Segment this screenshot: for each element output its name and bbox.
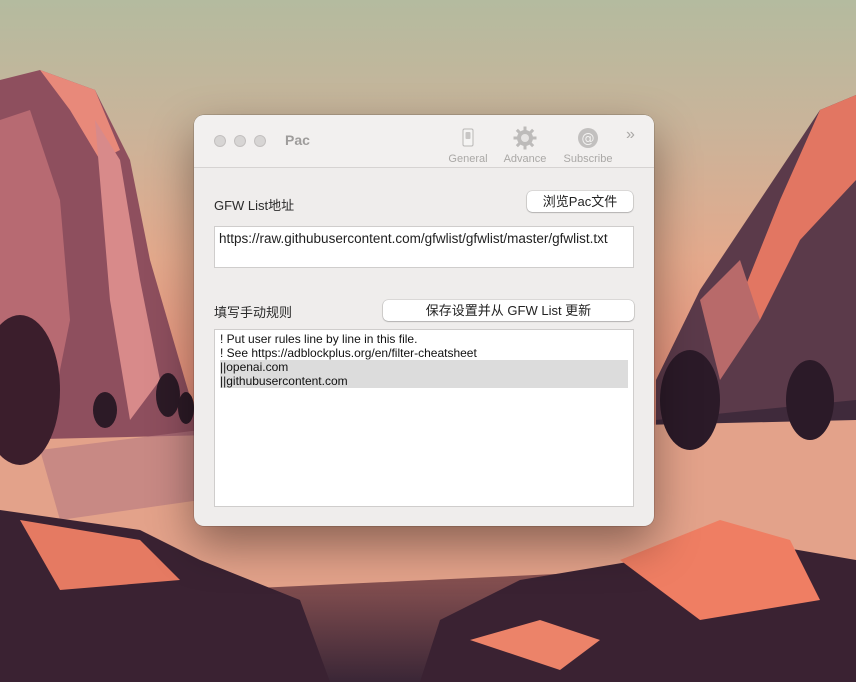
- toolbar-subscribe-label: Subscribe: [563, 153, 613, 165]
- toolbar-general[interactable]: General: [441, 125, 495, 165]
- browse-pac-file-button[interactable]: 浏览Pac文件: [527, 191, 633, 212]
- rule-line: ! See https://adblockplus.org/en/filter-…: [220, 346, 477, 360]
- title-bar: Pac General Advance @ Subscribe »: [194, 115, 654, 168]
- preferences-window: Pac General Advance @ Subscribe » GFW Li…: [194, 115, 654, 526]
- toolbar-advance[interactable]: Advance: [498, 125, 552, 165]
- switch-icon: [462, 128, 474, 147]
- minimize-window-button[interactable]: [234, 135, 246, 147]
- toolbar-general-label: General: [448, 153, 488, 165]
- window-title: Pac: [285, 132, 310, 148]
- rule-line-selected: ||githubusercontent.com: [220, 374, 628, 388]
- at-icon: @: [578, 128, 598, 148]
- zoom-window-button[interactable]: [254, 135, 266, 147]
- manual-rules-label: 填写手动规则: [214, 305, 293, 320]
- gfw-list-label: GFW List地址: [214, 198, 295, 213]
- close-window-button[interactable]: [214, 135, 226, 147]
- gear-icon: [513, 126, 537, 150]
- save-and-update-button[interactable]: 保存设置并从 GFW List 更新: [383, 300, 634, 321]
- toolbar-subscribe[interactable]: @ Subscribe: [561, 125, 615, 165]
- svg-text:@: @: [582, 132, 595, 147]
- user-rules-editor[interactable]: ! Put user rules line by line in this fi…: [214, 329, 634, 507]
- rule-line: ! Put user rules line by line in this fi…: [220, 332, 418, 346]
- rule-line-selected: ||openai.com: [220, 360, 628, 374]
- toolbar-overflow-chevron-icon[interactable]: »: [626, 126, 635, 144]
- gfw-list-url-field[interactable]: https://raw.githubusercontent.com/gfwlis…: [214, 226, 634, 268]
- toolbar-advance-label: Advance: [503, 153, 547, 165]
